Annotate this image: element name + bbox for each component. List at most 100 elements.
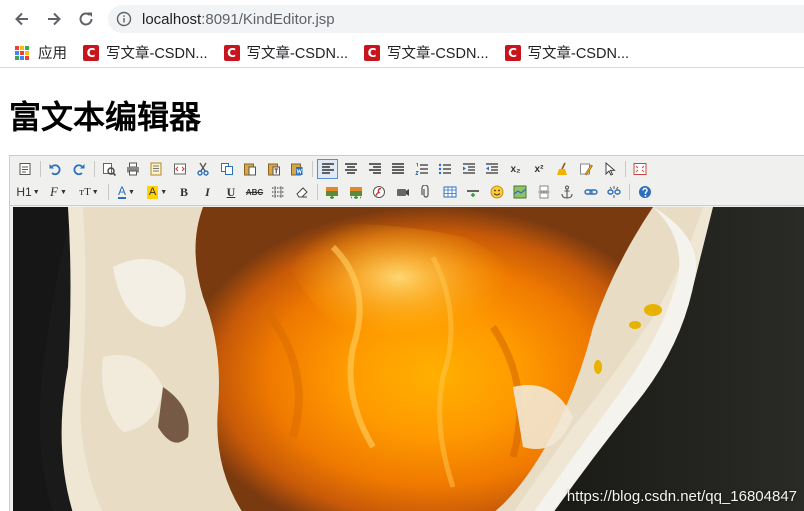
italic-button[interactable]: I — [197, 182, 218, 202]
chevron-down-icon: ▼ — [91, 188, 99, 196]
strikethrough-label: ABC — [245, 187, 264, 197]
editor-content-area[interactable]: https://blog.csdn.net/qq_16804847 — [13, 207, 804, 511]
subscript-label: x₂ — [510, 163, 521, 175]
undo-icon — [49, 164, 61, 176]
bold-label: B — [179, 184, 188, 199]
media-button[interactable] — [392, 182, 413, 202]
outdent-button[interactable] — [482, 159, 503, 179]
table-icon — [443, 186, 456, 198]
fullscreen-icon — [633, 163, 647, 175]
clear-format-button[interactable] — [552, 159, 573, 179]
undo-button[interactable] — [45, 159, 66, 179]
image-button[interactable] — [322, 182, 343, 202]
insert-file-button[interactable] — [416, 182, 437, 202]
print-icon — [126, 162, 139, 176]
bookmark-csdn-3[interactable]: C 写文章-CSDN... — [364, 41, 489, 65]
outdent-icon — [486, 163, 498, 174]
print-button[interactable] — [122, 159, 143, 179]
food-photo-image — [13, 207, 804, 511]
toolbar-separator — [107, 184, 109, 200]
pagebreak-button[interactable] — [533, 182, 554, 202]
bold-button[interactable]: B — [174, 182, 195, 202]
baidu-map-button[interactable] — [510, 182, 531, 202]
horizontal-rule-button[interactable] — [463, 182, 484, 202]
align-justify-button[interactable] — [388, 159, 409, 179]
superscript-button[interactable]: x² — [529, 159, 550, 179]
about-button[interactable] — [634, 182, 655, 202]
template-button[interactable] — [146, 159, 167, 179]
ordered-list-button[interactable] — [411, 159, 432, 179]
heading-dropdown[interactable]: H1 ▼ — [14, 182, 42, 202]
strikethrough-button[interactable]: ABC — [244, 182, 265, 202]
superscript-label: x² — [534, 163, 544, 175]
horizontal-rule-icon — [467, 190, 479, 197]
media-icon — [396, 189, 409, 196]
font-family-dropdown[interactable]: F ▼ — [45, 182, 73, 202]
bookmark-csdn-4[interactable]: C 写文章-CSDN... — [504, 41, 629, 65]
indent-icon — [462, 163, 475, 174]
reload-button[interactable] — [75, 8, 97, 30]
emoticons-button[interactable] — [486, 182, 507, 202]
forward-button[interactable] — [43, 8, 65, 30]
arrow-left-icon — [15, 12, 28, 26]
bookmark-csdn-1[interactable]: C 写文章-CSDN... — [83, 41, 208, 65]
font-color-dropdown[interactable]: A ▼ — [113, 182, 141, 202]
chevron-down-icon: ▼ — [60, 188, 67, 196]
map-icon — [513, 185, 527, 199]
toolbar-separator — [316, 184, 318, 200]
paste-word-button[interactable] — [287, 159, 308, 179]
apps-icon — [15, 45, 29, 60]
bullet-list-icon — [438, 163, 451, 175]
copy-icon — [220, 163, 233, 175]
bookmark-csdn-2[interactable]: C 写文章-CSDN... — [223, 41, 349, 65]
quickformat-button[interactable] — [576, 159, 597, 179]
font-size-dropdown[interactable]: тT ▼ — [75, 182, 103, 202]
source-button[interactable] — [14, 159, 35, 179]
align-right-button[interactable] — [364, 159, 385, 179]
highlight-color-dropdown[interactable]: A ▼ — [143, 182, 171, 202]
align-center-button[interactable] — [341, 159, 362, 179]
align-left-button[interactable] — [317, 159, 338, 179]
link-button[interactable] — [580, 182, 601, 202]
broom-icon — [556, 162, 567, 175]
anchor-button[interactable] — [557, 182, 578, 202]
url-text[interactable]: localhost:8091/KindEditor.jsp — [142, 11, 335, 28]
line-height-icon — [272, 186, 284, 198]
redo-button[interactable] — [68, 159, 89, 179]
table-button[interactable] — [439, 182, 460, 202]
unordered-list-button[interactable] — [435, 159, 456, 179]
toolbar-separator — [39, 161, 41, 177]
chevron-down-icon: ▼ — [32, 188, 40, 196]
omnibox[interactable]: localhost:8091/KindEditor.jsp — [108, 5, 804, 33]
indent-button[interactable] — [458, 159, 479, 179]
paste-plain-button[interactable] — [263, 159, 284, 179]
multi-image-button[interactable] — [345, 182, 366, 202]
line-height-button[interactable] — [268, 182, 289, 202]
fullscreen-button[interactable] — [630, 159, 651, 179]
bookmark-label: 写文章-CSDN... — [387, 46, 489, 62]
back-button[interactable] — [11, 8, 33, 30]
flash-button[interactable] — [369, 182, 390, 202]
chevron-down-icon: ▼ — [160, 188, 168, 196]
subscript-button[interactable]: x₂ — [505, 159, 526, 179]
remove-format-button[interactable] — [291, 182, 312, 202]
info-icon[interactable] — [116, 11, 132, 27]
preview-button[interactable] — [99, 159, 120, 179]
bookmark-label: 写文章-CSDN... — [246, 46, 349, 62]
scissors-icon — [197, 162, 209, 176]
copy-button[interactable] — [216, 159, 237, 179]
unlink-button[interactable] — [604, 182, 625, 202]
csdn-icon: C — [364, 44, 380, 61]
image-icon — [326, 187, 338, 199]
bookmark-label: 写文章-CSDN... — [106, 46, 208, 62]
bookmark-label: 应用 — [38, 46, 67, 62]
code-button[interactable] — [169, 159, 190, 179]
underline-button[interactable]: U — [221, 182, 242, 202]
bookmark-apps[interactable]: 应用 — [0, 41, 67, 65]
browser-address-bar-row: localhost:8091/KindEditor.jsp — [0, 0, 804, 38]
unlink-icon — [607, 186, 621, 198]
paste-button[interactable] — [240, 159, 261, 179]
cut-button[interactable] — [193, 159, 214, 179]
select-all-button[interactable] — [599, 159, 620, 179]
editor-toolbar: x₂ x² H1 ▼ F ▼ тT ▼ A ▼ A ▼ B I U ABC — [10, 156, 804, 206]
